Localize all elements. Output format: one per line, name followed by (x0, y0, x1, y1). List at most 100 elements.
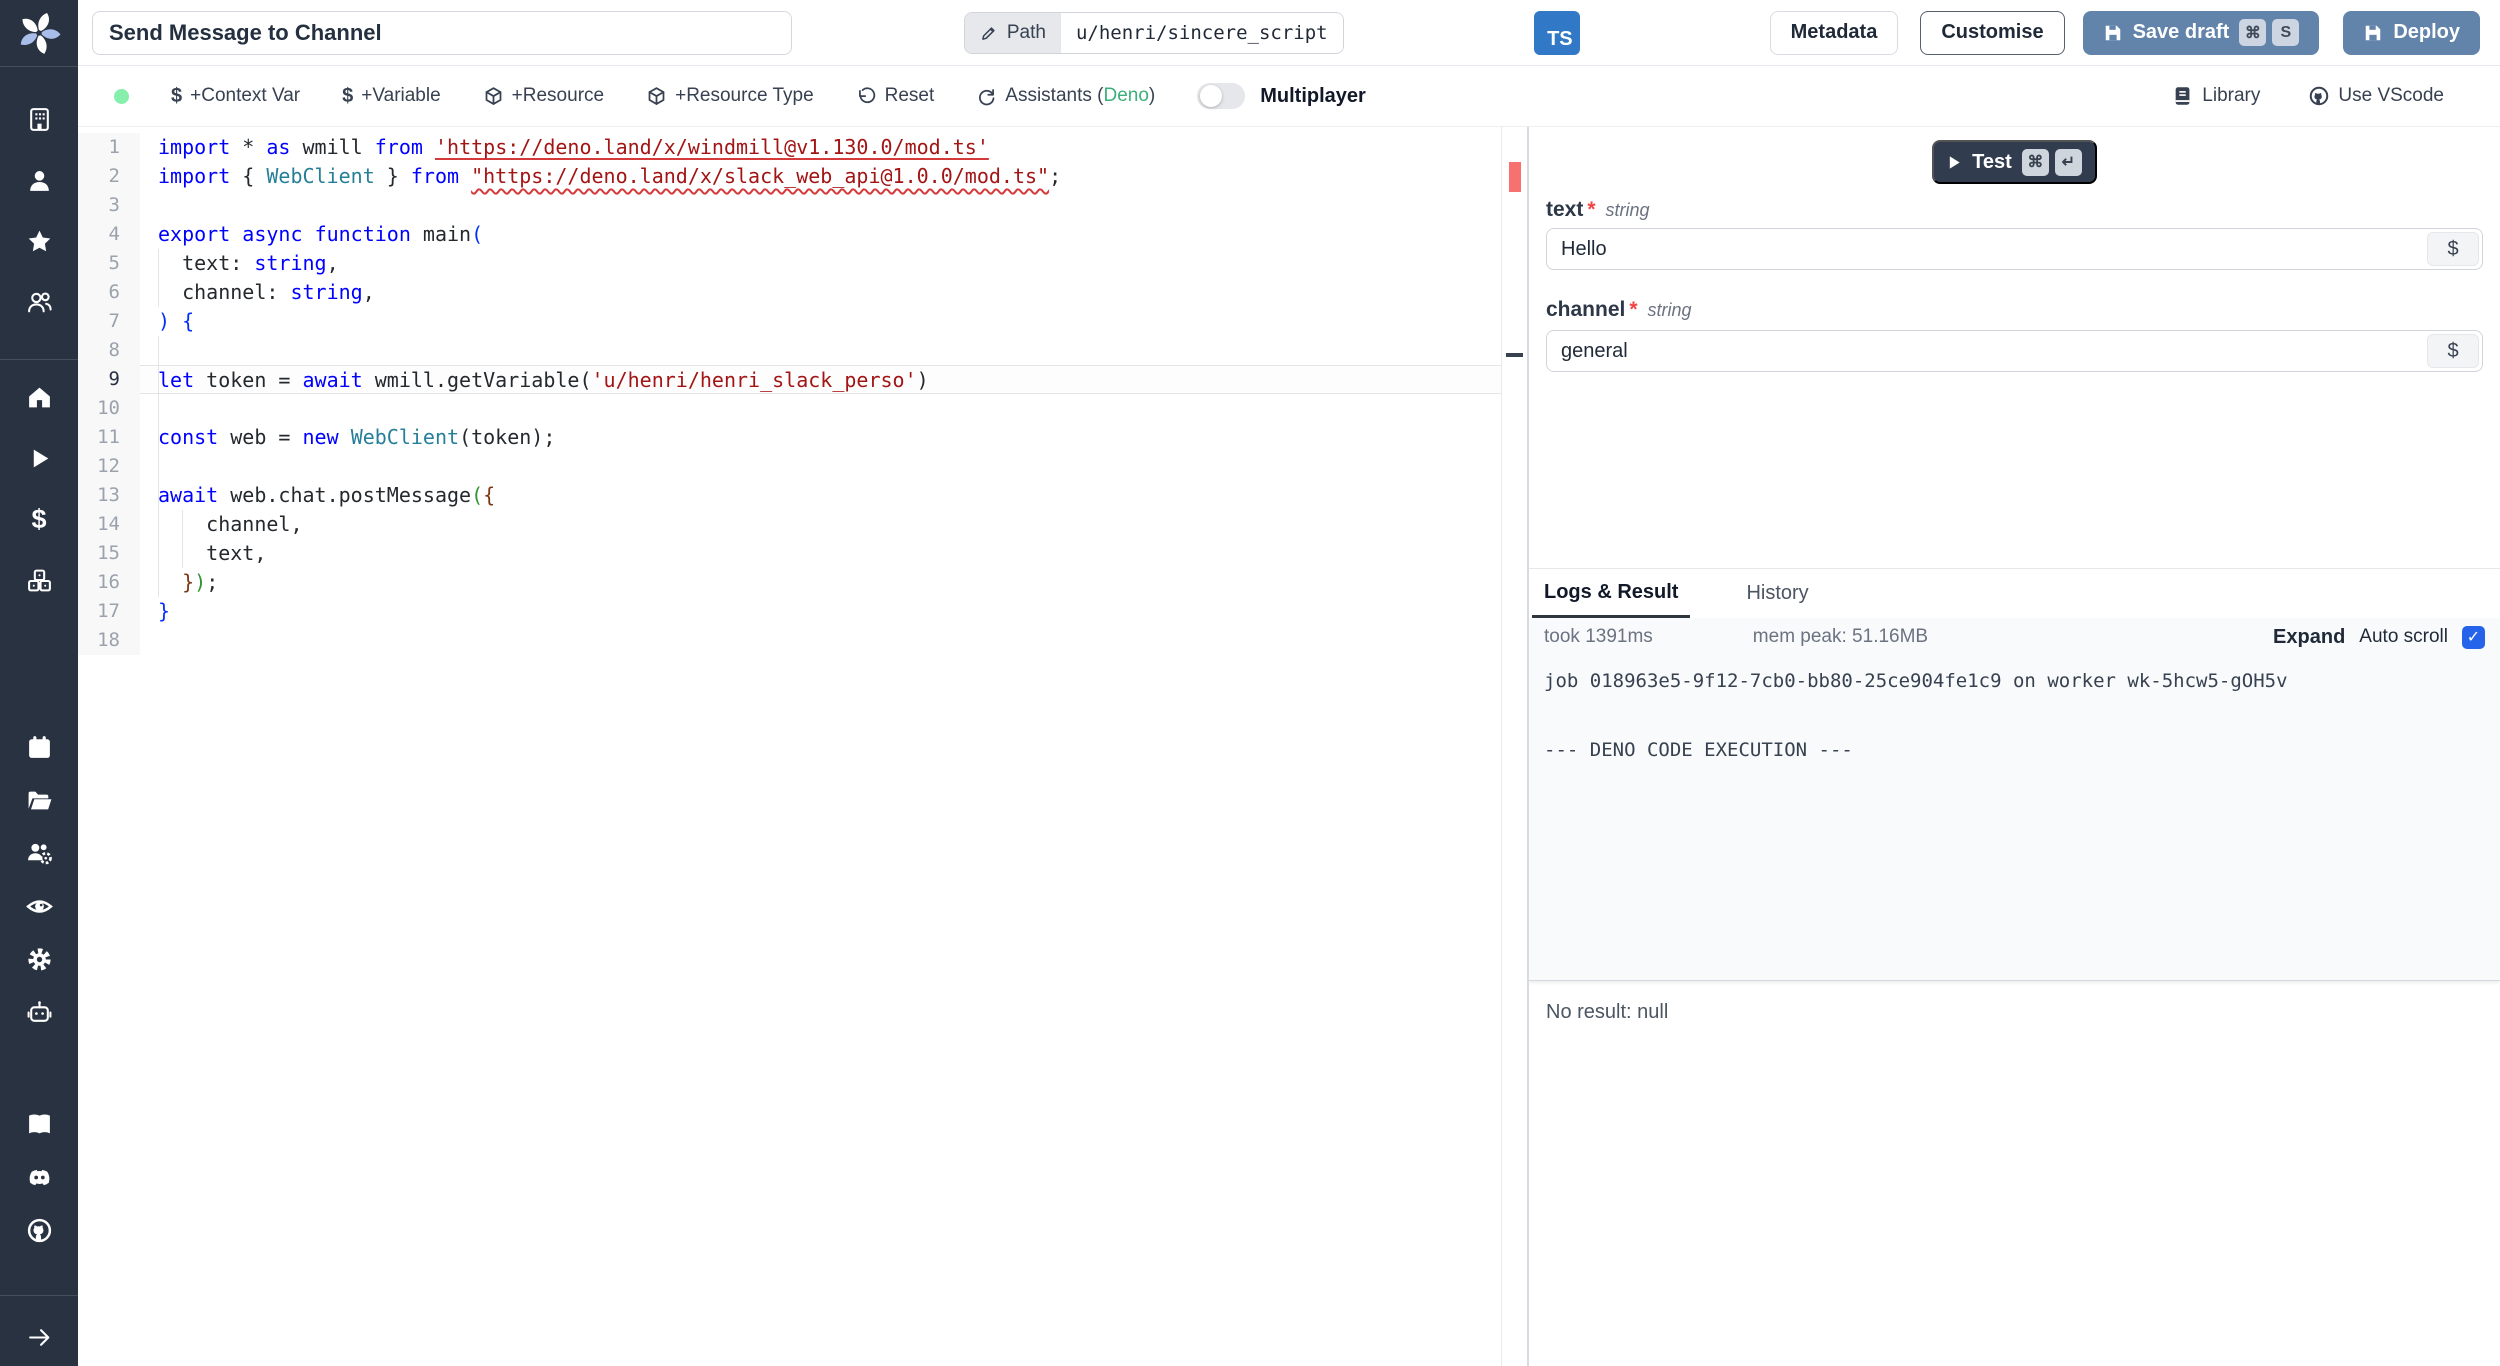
save-icon (2366, 25, 2381, 40)
users-gear-icon[interactable] (24, 838, 54, 868)
code-line[interactable]: 16 }); (78, 568, 1527, 597)
metadata-button[interactable]: Metadata (1769, 10, 1899, 55)
deploy-label: Deploy (2393, 21, 2460, 43)
refresh-icon (979, 88, 995, 105)
reset-button[interactable]: Reset (856, 85, 935, 107)
code-line[interactable]: 11 const web = new WebClient(token); (78, 423, 1527, 452)
logs-output: job 018963e5-9f12-7cb0-bb80-25ce904fe1c9… (1529, 656, 2500, 981)
add-context-var-button[interactable]: $ +Context Var (171, 85, 300, 108)
code-line[interactable]: 8 (78, 336, 1527, 365)
save-draft-button[interactable]: Save draft ⌘ S (2082, 10, 2320, 55)
line-number: 8 (78, 336, 140, 365)
arrow-right-icon[interactable] (24, 1322, 54, 1352)
kbd-enter: ↵ (2054, 148, 2082, 176)
indent-guide (158, 539, 159, 568)
building-icon[interactable] (24, 104, 54, 134)
indent-guide (158, 568, 159, 597)
add-resource-button[interactable]: +Resource (483, 85, 604, 107)
multiplayer-toggle[interactable] (1197, 83, 1246, 109)
gear-icon[interactable] (24, 944, 54, 974)
play-icon[interactable] (24, 443, 54, 473)
line-number: 1 (78, 133, 140, 162)
code-line[interactable]: 18 (78, 626, 1527, 655)
log-line: --- DENO CODE EXECUTION --- (1544, 739, 1853, 761)
run-meta-bar: took 1391ms mem peak: 51.16MB Expand Aut… (1529, 618, 2500, 656)
dollar-icon[interactable]: $ (24, 504, 54, 534)
play-icon (1949, 155, 1960, 169)
code-line[interactable]: 10 (78, 394, 1527, 423)
code-line[interactable]: 13 await web.chat.postMessage({ (78, 481, 1527, 510)
code-line[interactable]: 4 export async function main( (78, 220, 1527, 249)
cubes-icon[interactable] (24, 565, 54, 595)
library-button[interactable]: Library (2172, 85, 2260, 107)
person-icon[interactable] (24, 165, 54, 195)
indent-guide (158, 423, 159, 452)
library-label: Library (2202, 85, 2261, 106)
code-line[interactable]: 3 (78, 191, 1527, 220)
customise-label: Customise (1941, 21, 2044, 43)
line-number: 13 (78, 481, 140, 510)
result-text: No result: null (1546, 1001, 1669, 1023)
path-label: Path (1006, 21, 1046, 43)
folder-icon[interactable] (24, 785, 54, 815)
logs-tabs: Logs & Result History (1529, 569, 2500, 618)
code-line[interactable]: 7) { (78, 307, 1527, 336)
line-number: 18 (78, 626, 140, 655)
tab-history[interactable]: History (1746, 569, 1808, 618)
insert-variable-button[interactable]: $ (2427, 232, 2479, 266)
logs-block: Logs & Result History took 1391ms mem pe… (1529, 568, 2500, 981)
variable-label: +Variable (361, 85, 441, 106)
path-chip[interactable]: Path u/henri/sincere_script (963, 11, 1344, 54)
home-icon[interactable] (24, 382, 54, 412)
code-line[interactable]: 14 channel, (78, 510, 1527, 539)
sidebar-divider (0, 1295, 78, 1296)
line-number: 7 (78, 307, 140, 336)
code-line[interactable]: 5 text: string, (78, 249, 1527, 278)
field-name-text: text (1546, 198, 1584, 221)
metadata-label: Metadata (1790, 21, 1878, 43)
path-value[interactable]: u/henri/sincere_script (1060, 12, 1343, 53)
line-number: 11 (78, 423, 140, 452)
sidebar-divider (0, 66, 78, 67)
discord-icon[interactable] (24, 1162, 54, 1192)
dollar-icon: $ (171, 84, 183, 107)
use-vscode-button[interactable]: Use VScode (2308, 85, 2444, 107)
code-line[interactable]: 9 let token = await wmill.getVariable('u/… (78, 365, 1527, 394)
code-lines: 1 import * as wmill from 'https://deno.la… (78, 133, 1527, 655)
users-icon[interactable] (24, 287, 54, 317)
autoscroll-checkbox[interactable]: ✓ (2462, 625, 2485, 649)
channel-field-input[interactable] (1547, 339, 2424, 363)
add-variable-button[interactable]: $ +Variable (342, 85, 441, 108)
windmill-logo[interactable] (16, 10, 62, 56)
indent-guide (182, 539, 183, 568)
assistants-button[interactable]: Assistants (Deno) (976, 85, 1155, 107)
code-line[interactable]: 2 import { WebClient } from "https://deno… (78, 162, 1527, 191)
customise-button[interactable]: Customise (1920, 10, 2065, 55)
pencil-icon (982, 26, 995, 40)
dollar-icon: $ (342, 84, 354, 107)
line-number: 14 (78, 510, 140, 539)
line-number: 4 (78, 220, 140, 249)
test-button[interactable]: Test ⌘ ↵ (1932, 140, 2097, 184)
text-field-input[interactable] (1547, 237, 2424, 261)
tab-logs-result[interactable]: Logs & Result (1532, 569, 1691, 618)
eye-icon[interactable] (24, 891, 54, 921)
code-line[interactable]: 12 (78, 452, 1527, 481)
expand-button[interactable]: Expand (2273, 626, 2345, 649)
insert-variable-button[interactable]: $ (2427, 334, 2479, 368)
deploy-button[interactable]: Deploy (2343, 10, 2480, 55)
github-icon[interactable] (24, 1215, 54, 1245)
robot-icon[interactable] (24, 997, 54, 1027)
code-line[interactable]: 6 channel: string, (78, 278, 1527, 307)
code-line[interactable]: 15 text, (78, 539, 1527, 568)
code-line[interactable]: 17} (78, 597, 1527, 626)
add-resource-type-button[interactable]: +Resource Type (646, 85, 814, 107)
field-type: string (1605, 200, 1650, 220)
code-line[interactable]: 1 import * as wmill from 'https://deno.la… (78, 133, 1527, 162)
star-icon[interactable] (24, 226, 54, 256)
reset-label: Reset (884, 85, 935, 106)
calendar-icon[interactable] (24, 732, 54, 762)
script-title-input[interactable] (92, 10, 792, 55)
book-icon[interactable] (24, 1109, 54, 1139)
code-editor[interactable]: 1 import * as wmill from 'https://deno.la… (78, 127, 1529, 1366)
